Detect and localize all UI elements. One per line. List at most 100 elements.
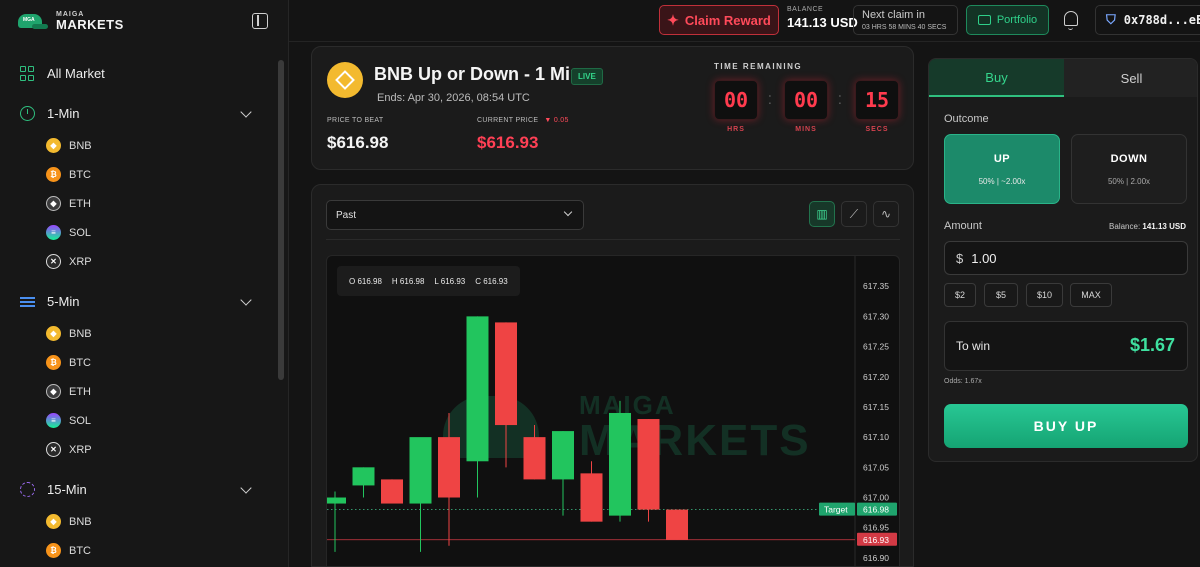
y-tick-label: 617.30 [863,311,889,321]
target-price-label: 616.98 [863,505,889,515]
coin-label: BTC [69,168,91,181]
candle-body [580,473,603,522]
outcome-down-button[interactable]: DOWN 50% | 2.00x [1071,134,1187,204]
sidebar-section-label: 15-Min [47,482,87,497]
bnb-icon: ◆ [46,326,61,341]
timer-separator: ⁚ [838,93,842,107]
amount-input[interactable] [971,250,1152,266]
candle-body [409,437,432,504]
candle-body [666,509,688,540]
portfolio-button[interactable]: Portfolio [966,5,1049,35]
line-chart-icon: ⟋ [849,206,859,221]
balance-value: 141.13 USD [787,15,858,30]
timer-hours: 00 [714,80,758,120]
coin-label: ETH [69,197,91,210]
sidebar-section-5-min[interactable]: 5-Min [20,294,80,309]
quick-amount-10[interactable]: $10 [1026,283,1063,307]
to-win-label: To win [956,339,991,353]
candle-body [495,322,517,426]
candle-body [327,497,346,504]
sidebar-item-1min-btc[interactable]: ₿ BTC [46,167,91,182]
tab-buy[interactable]: Buy [929,59,1064,97]
timer-minutes: 00 [784,80,828,120]
current-price-label: CURRENT PRICE ▼ 0.05 [477,117,569,124]
sidebar-item-5min-xrp[interactable]: ✕ XRP [46,442,92,457]
sidebar-item-1min-sol[interactable]: ≡ SOL [46,225,91,240]
wallet-button[interactable]: ⛉ 0x788d...eE [1095,5,1200,35]
sidebar-item-1min-xrp[interactable]: ✕ XRP [46,254,92,269]
quick-amount-2[interactable]: $2 [944,283,976,307]
coin-label: BTC [69,356,91,369]
range-select[interactable]: Past [326,200,584,230]
app-root: MGA MAIGA MARKETS All Market 1-Min ◆ BNB … [0,0,1200,567]
quick-amount-max[interactable]: MAX [1070,283,1112,307]
sidebar-item-5min-eth[interactable]: ◆ ETH [46,384,91,399]
sidebar-section-label: 1-Min [47,106,80,121]
pulse-view-button[interactable]: ∿ [873,201,899,227]
claim-reward-button[interactable]: ✦ Claim Reward [659,5,779,35]
sidebar-item-5min-btc[interactable]: ₿ BTC [46,355,91,370]
y-tick-label: 617.20 [863,372,889,382]
xrp-icon: ✕ [46,442,61,457]
quick-amount-5[interactable]: $5 [984,283,1018,307]
sidebar-item-1min-bnb[interactable]: ◆ BNB [46,138,92,153]
balance-label: BALANCE [787,6,824,13]
amount-field[interactable]: $ [944,241,1188,275]
price-to-beat-label: PRICE TO BEAT [327,117,384,124]
candle-body [352,467,375,486]
top-header: ✦ Claim Reward BALANCE 141.13 USD Next c… [289,0,1200,42]
chevron-down-icon[interactable] [240,294,252,306]
sidebar-item-all-market[interactable]: All Market [20,66,105,81]
sidebar-collapse-icon[interactable] [252,13,268,29]
sidebar-item-15min-bnb[interactable]: ◆ BNB [46,514,92,529]
sidebar-item-5min-bnb[interactable]: ◆ BNB [46,326,92,341]
sparkle-icon: ✦ [667,11,679,28]
candle-body [552,431,574,480]
xrp-icon: ✕ [46,254,61,269]
y-tick-label: 617.05 [863,462,889,472]
chevron-down-icon[interactable] [240,106,252,118]
coin-label: ETH [69,385,91,398]
tab-sell[interactable]: Sell [1064,59,1197,97]
sidebar-item-15min-btc[interactable]: ₿ BTC [46,543,91,558]
sidebar-section-15-min[interactable]: 15-Min [20,482,87,497]
coin-label: SOL [69,226,92,239]
candlestick-view-button[interactable]: ▥ [809,201,835,227]
bell-icon[interactable] [1064,11,1078,30]
outcome-up-button[interactable]: UP 50% | ~2.00x [944,134,1060,204]
ohlc-high: H 616.98 [391,276,425,286]
sidebar-item-1min-eth[interactable]: ◆ ETH [46,196,91,211]
candle-body [381,479,403,504]
chevron-down-icon[interactable] [240,482,252,494]
sol-icon: ≡ [46,225,61,240]
candlestick-chart[interactable]: MAIGA MARKETS 617.35 617.30 617.25 617.20 61… [326,255,900,566]
logo[interactable]: MGA MAIGA MARKETS [18,10,124,32]
buy-up-button[interactable]: BUY UP [944,404,1188,448]
timer-icon [20,106,35,121]
bnb-icon: ◆ [46,514,61,529]
coin-label: XRP [69,443,92,456]
timer-seconds: 15 [855,80,899,120]
line-view-button[interactable]: ⟋ [841,201,867,227]
outcome-down-odds: 50% | 2.00x [1107,176,1151,186]
logo-tag: MGA [23,17,35,23]
next-claim-timer: Next claim in 03 HRS 58 MINS 40 SECS [853,5,958,35]
pulse-icon: ∿ [880,207,892,221]
y-tick-label: 617.35 [863,281,889,291]
sidebar-scrollbar[interactable] [278,60,284,380]
timer-minutes-label: MINS [795,126,817,133]
amount-label: Amount [944,220,982,232]
candle-body [438,437,460,498]
ohlc-readout: O 616.98 H 616.98 L 616.93 C 616.93 [337,266,520,296]
timer-seconds-label: SECS [865,126,889,133]
portfolio-label: Portfolio [996,14,1038,26]
trade-balance-value: 141.13 USD [1142,222,1186,231]
outcome-down-label: DOWN [1110,152,1148,165]
trade-panel: Buy Sell Outcome UP 50% | ~2.00x DOWN 50… [928,58,1198,462]
sidebar-section-1-min[interactable]: 1-Min [20,106,80,121]
btc-icon: ₿ [46,167,61,182]
coin-label: BNB [69,327,92,340]
sidebar-item-5min-sol[interactable]: ≡ SOL [46,413,91,428]
candle-body [523,437,546,480]
bnb-icon [327,62,363,98]
